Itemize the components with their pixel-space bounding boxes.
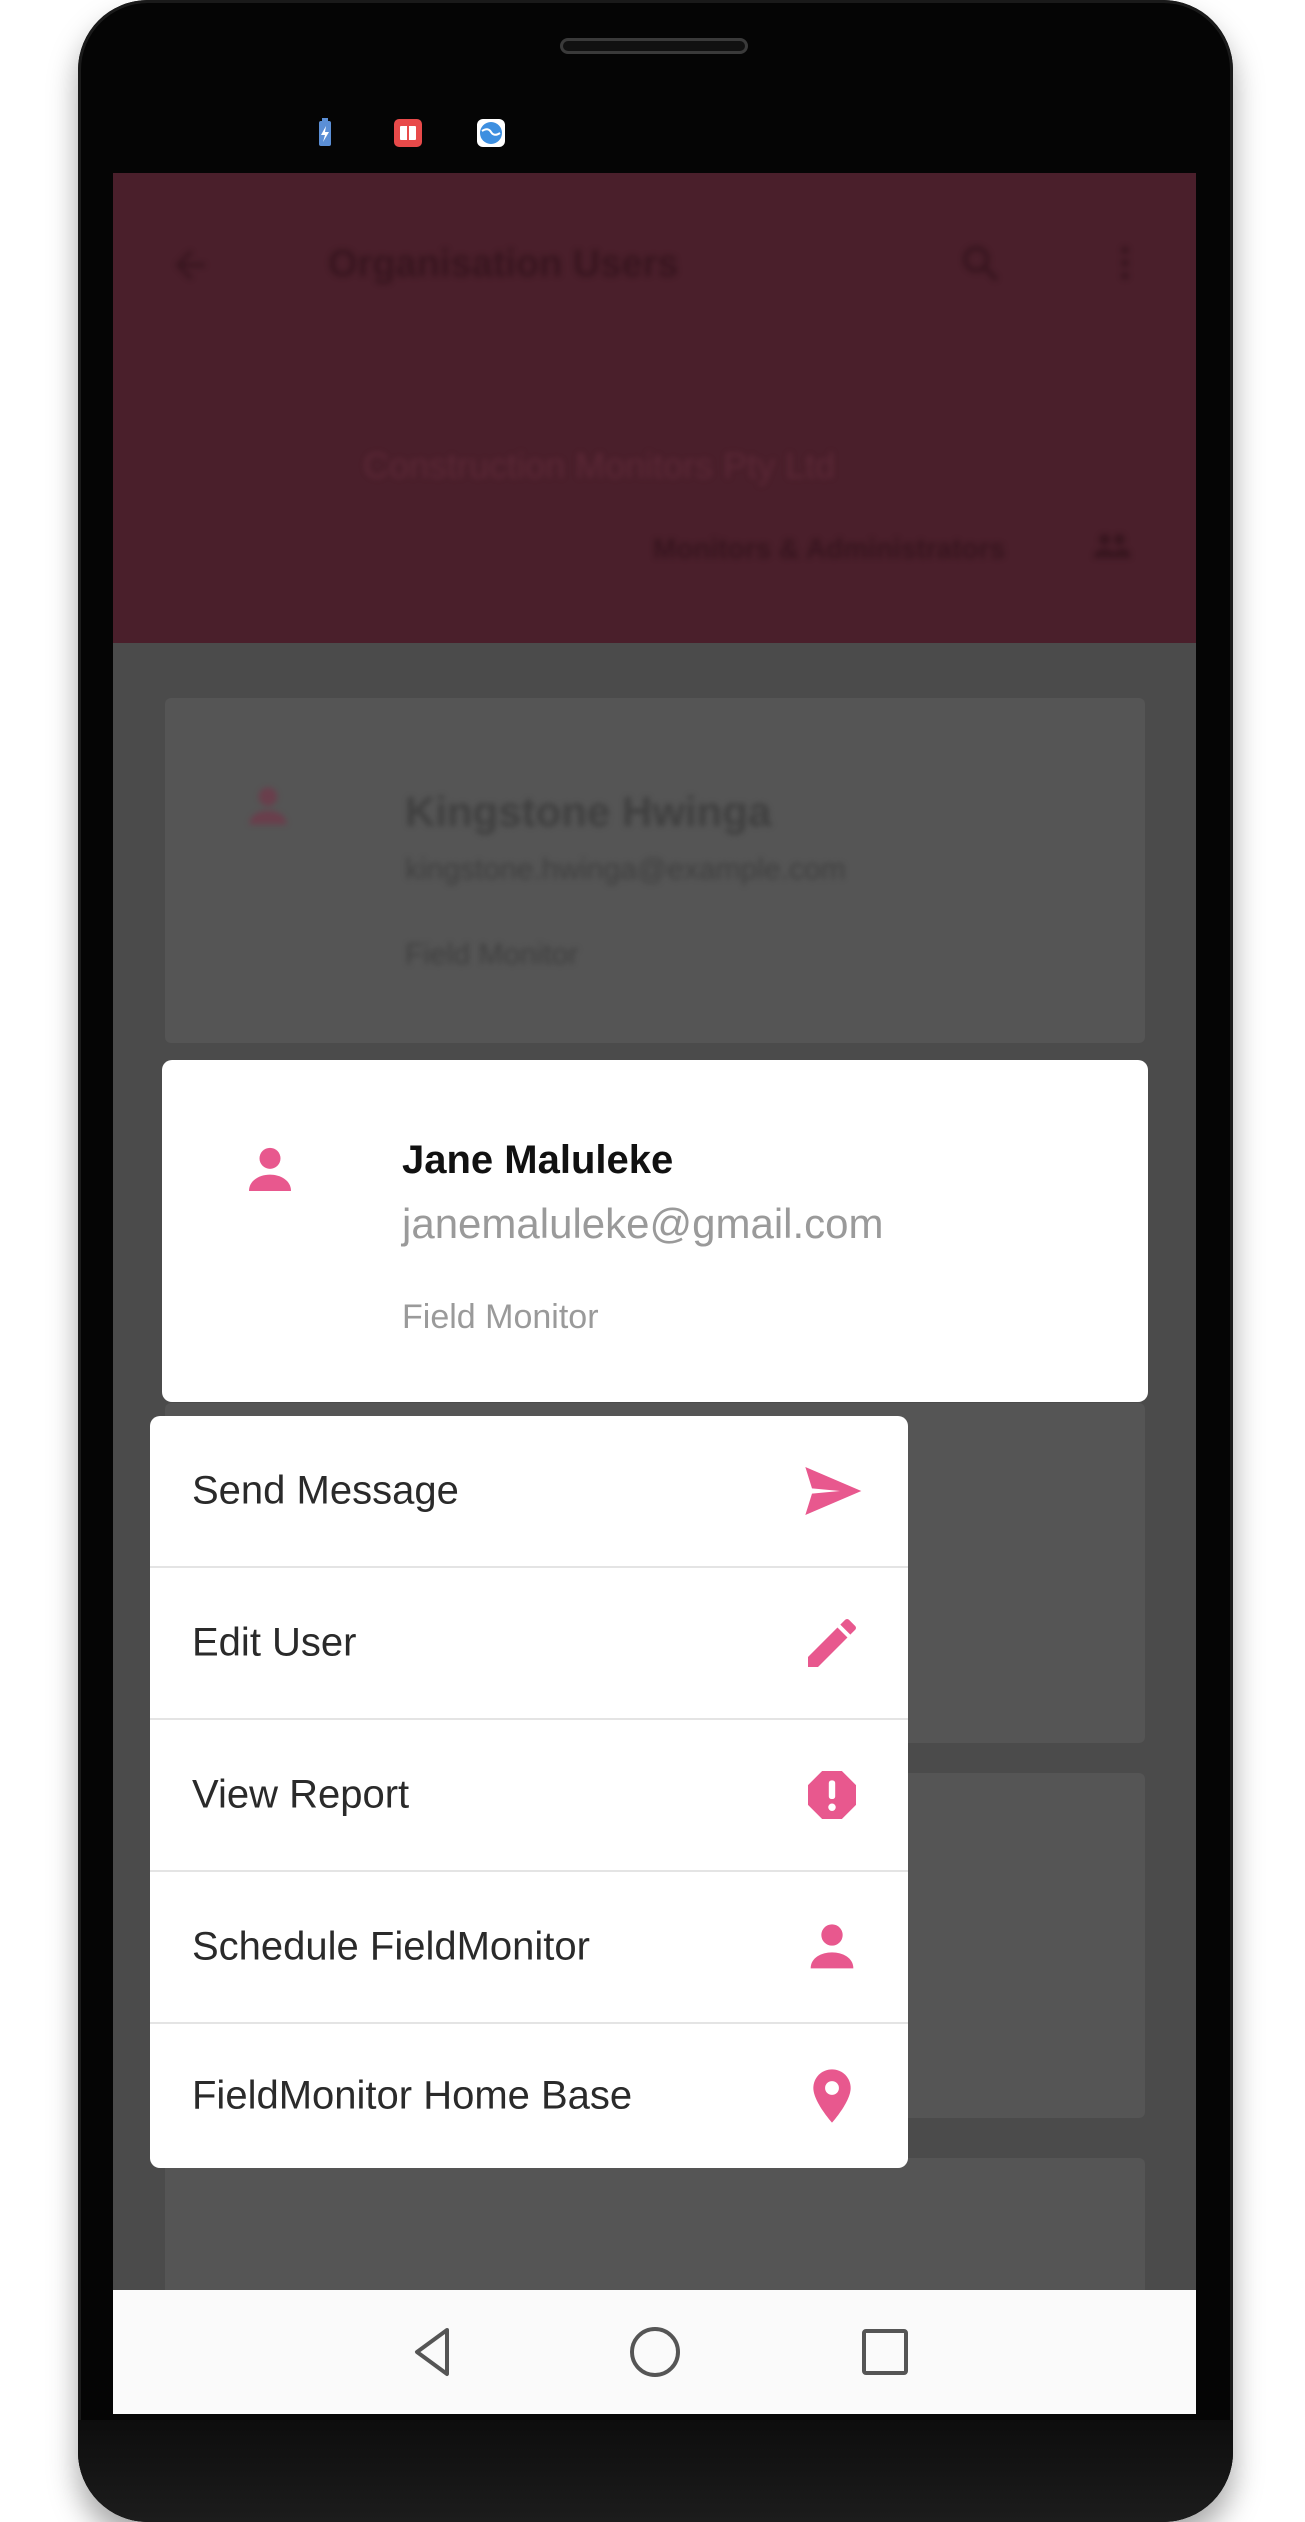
user-email: janemaluleke@gmail.com: [402, 1200, 884, 1247]
selected-user-card[interactable]: Jane Maluleke janemaluleke@gmail.com Fie…: [162, 1060, 1148, 1402]
background-card-role: Field Monitor: [405, 938, 579, 971]
menu-item-edit-user[interactable]: Edit User: [150, 1568, 908, 1720]
globe-icon: [477, 119, 505, 147]
person-icon: [249, 787, 287, 825]
phone-chin: [78, 2420, 1233, 2522]
back-arrow-icon[interactable]: [168, 243, 212, 287]
person-icon: [810, 1924, 854, 1969]
phone-speaker: [560, 38, 748, 54]
menu-item-label: FieldMonitor Home Base: [192, 2073, 633, 2118]
alert-octagon-icon: [808, 1771, 856, 1819]
location-pin-icon: [813, 2069, 851, 2123]
person-icon: [249, 1147, 291, 1191]
menu-item-label: Send Message: [192, 1468, 459, 1513]
appbar-subtitle: Monitors & Administrators: [653, 533, 1006, 564]
people-icon: [1093, 534, 1131, 558]
menu-item-label: Schedule FieldMonitor: [192, 1924, 590, 1969]
pencil-icon: [808, 1618, 856, 1667]
organisation-name: Construction Monitors Pty Ltd: [363, 445, 836, 486]
nav-back-icon[interactable]: [403, 2322, 463, 2382]
menu-item-label: Edit User: [192, 1620, 357, 1665]
user-role: Field Monitor: [402, 1298, 599, 1336]
send-icon: [805, 1467, 862, 1515]
menu-item-label: View Report: [192, 1772, 410, 1817]
app-bar-title: Organisation Users: [328, 243, 679, 285]
book-icon: [394, 119, 422, 147]
user-actions-menu: Send Message Edit User View Report Sched…: [150, 1416, 908, 2168]
app-bar: Organisation Users Construction Monitors…: [113, 173, 1196, 643]
menu-item-send-message[interactable]: Send Message: [150, 1416, 908, 1568]
user-name: Jane Maluleke: [402, 1138, 674, 1182]
background-card-name: Kingstone Hwinga: [405, 788, 772, 835]
system-navigation-bar: [113, 2290, 1196, 2414]
menu-item-fieldmonitor-home-base[interactable]: FieldMonitor Home Base: [150, 2024, 908, 2168]
battery-charging-icon: [319, 118, 331, 146]
background-card-email: kingstone.hwinga@example.com: [405, 853, 846, 886]
more-vert-icon[interactable]: [1103, 241, 1147, 285]
search-icon[interactable]: [958, 241, 1002, 285]
menu-item-schedule-fieldmonitor[interactable]: Schedule FieldMonitor: [150, 1872, 908, 2024]
nav-home-icon[interactable]: [625, 2322, 685, 2382]
background-user-card[interactable]: Kingstone Hwinga kingstone.hwinga@exampl…: [165, 698, 1145, 1043]
menu-item-view-report[interactable]: View Report: [150, 1720, 908, 1872]
nav-recents-icon[interactable]: [855, 2322, 915, 2382]
